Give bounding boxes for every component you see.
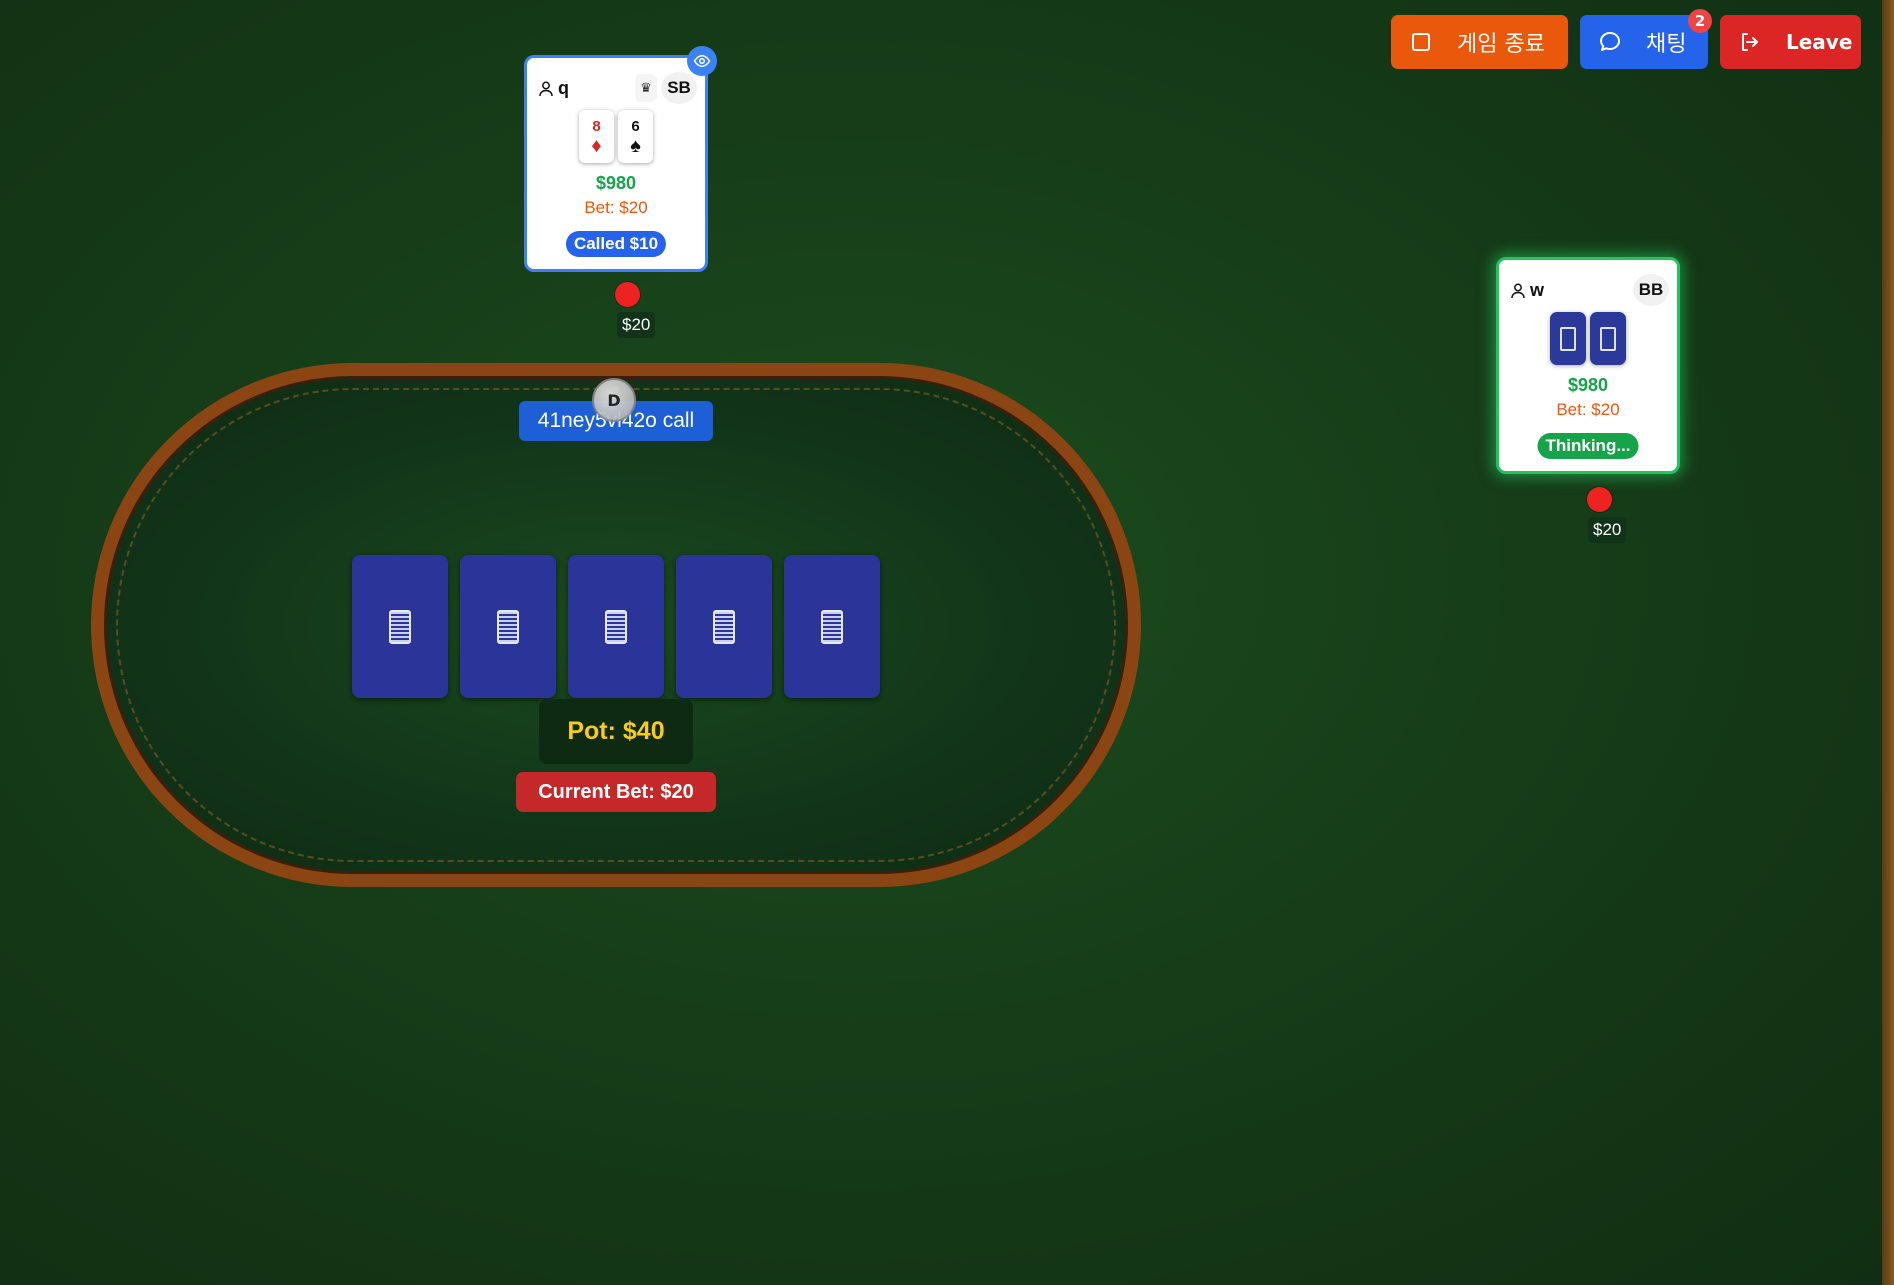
card-back (1550, 312, 1586, 365)
chat-icon (1598, 30, 1622, 54)
community-card-back (676, 555, 772, 698)
bet-chip-icon (1587, 487, 1612, 512)
status-badge: Called $10 (565, 231, 667, 257)
card-rank: 8 (592, 117, 601, 135)
community-cards (352, 555, 880, 698)
hole-cards (1550, 312, 1626, 365)
table-bet-amount: $20 (1588, 517, 1627, 543)
bet-chip-icon (615, 282, 640, 307)
player-panel-q: q ♛ SB 8 ♦ 6 ♠ $980 Bet: $20 Called $10 (524, 46, 717, 272)
screen-edge (1882, 0, 1894, 1285)
user-icon (539, 81, 553, 96)
chat-button[interactable]: 채팅 2 (1580, 9, 1712, 69)
leave-button[interactable]: Leave (1720, 15, 1861, 69)
community-card-back (460, 555, 556, 698)
community-card-back (784, 555, 880, 698)
chip-count: $980 (595, 173, 637, 193)
pot-display: Pot: $40 (539, 699, 693, 764)
chat-label: 채팅 (1646, 32, 1687, 57)
spade-icon: ♠ (630, 134, 641, 157)
player-name: q (539, 78, 569, 99)
eye-icon[interactable] (687, 46, 717, 76)
community-card-back (568, 555, 664, 698)
user-icon (1511, 283, 1525, 298)
status-badge: Thinking... (1537, 433, 1639, 459)
card-back (1590, 312, 1626, 365)
bet-amount: Bet: $20 (1556, 400, 1620, 419)
unread-badge: 2 (1688, 9, 1712, 33)
player-name-text: q (558, 78, 569, 98)
player-panel-w: w BB $980 Bet: $20 Thinking... (1496, 257, 1680, 474)
bet-amount: Bet: $20 (584, 198, 648, 217)
diamond-icon: ♦ (591, 134, 602, 157)
end-game-button[interactable]: 게임 종료 (1391, 15, 1568, 69)
chip-count: $980 (1567, 375, 1609, 395)
dealer-button: D (592, 378, 636, 422)
player-name: w (1511, 280, 1544, 301)
player-name-text: w (1530, 280, 1545, 300)
leave-label: Leave (1786, 30, 1853, 54)
community-card-back (352, 555, 448, 698)
current-bet-display: Current Bet: $20 (516, 772, 716, 812)
end-game-label: 게임 종료 (1457, 32, 1545, 57)
position-badge: SB (661, 72, 697, 104)
hole-card: 6 ♠ (618, 110, 653, 163)
hole-cards: 8 ♦ 6 ♠ (579, 110, 653, 163)
card-rank: 6 (631, 117, 640, 135)
table-bet-amount: $20 (617, 312, 656, 338)
position-badge: BB (1633, 274, 1669, 306)
crown-icon: ♛ (635, 74, 657, 102)
hole-card: 8 ♦ (579, 110, 614, 163)
stop-icon (1409, 30, 1433, 54)
logout-icon (1738, 30, 1762, 54)
